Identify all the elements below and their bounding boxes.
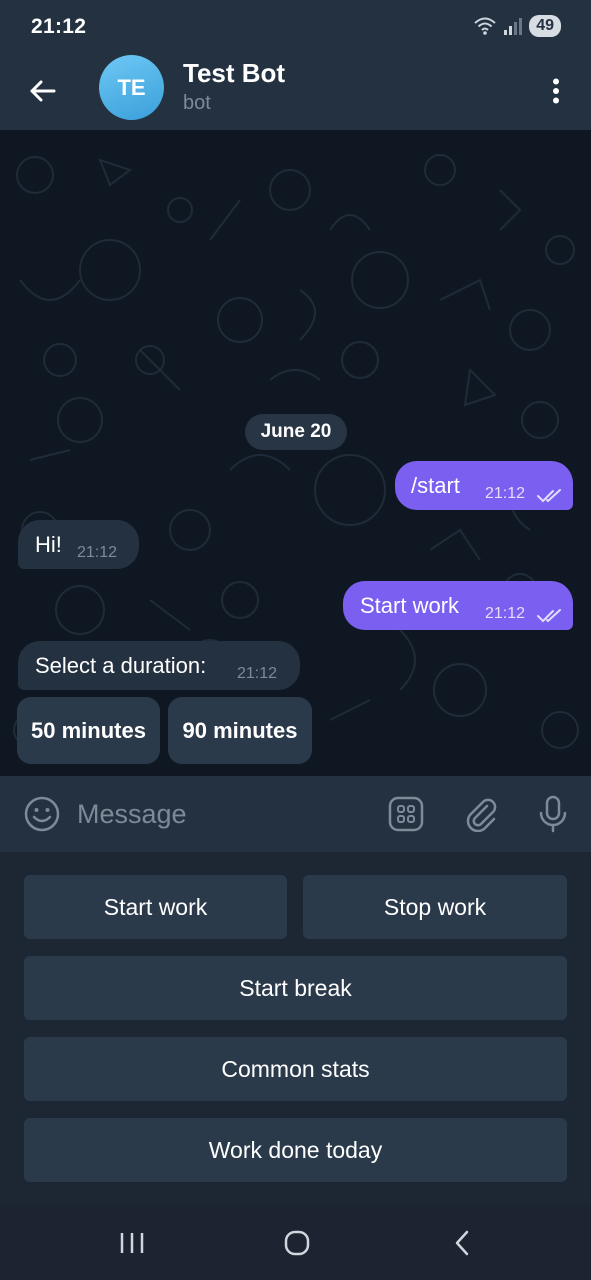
recent-apps-button[interactable] [110, 1223, 154, 1263]
chat-header: TE Test Bot bot [0, 52, 591, 130]
keyboard-button-work-done-today[interactable]: Work done today [24, 1118, 567, 1182]
keyboard-button-start-work[interactable]: Start work [24, 875, 287, 939]
status-bar: 21:12 49 [0, 0, 591, 52]
message-bubble-incoming[interactable]: Hi! 21:12 [18, 520, 139, 569]
message-input[interactable] [77, 794, 367, 834]
message-bubble-outgoing[interactable]: /start 21:12 [395, 461, 573, 510]
chat-subtitle: bot [183, 92, 211, 114]
more-vertical-icon [553, 78, 559, 104]
double-check-icon [537, 609, 561, 623]
attach-button[interactable] [461, 794, 501, 834]
smile-icon [24, 796, 60, 832]
avatar[interactable]: TE [99, 55, 164, 120]
keyboard-button-stop-work[interactable]: Stop work [303, 875, 567, 939]
message-text: Start work [360, 593, 460, 618]
inline-button-90-minutes[interactable]: 90 minutes [168, 697, 312, 764]
date-separator: June 20 [245, 414, 347, 450]
arrow-left-icon [30, 80, 56, 102]
recent-apps-icon [120, 1233, 144, 1253]
message-text: Hi! [35, 532, 62, 557]
bot-reply-keyboard: Start work Stop work Start break Common … [0, 852, 591, 1205]
message-time: 21:12 [485, 605, 526, 622]
keyboard-button-common-stats[interactable]: Common stats [24, 1037, 567, 1101]
voice-button[interactable] [533, 794, 573, 834]
battery-indicator: 49 [529, 15, 561, 37]
message-text: /start [411, 473, 460, 498]
status-icons: 49 [473, 13, 561, 39]
message-time: 21:12 [77, 544, 118, 561]
signal-icon [504, 18, 523, 35]
keyboard-grid-icon [388, 796, 424, 832]
avatar-initials: TE [117, 74, 146, 100]
bot-keyboard-button[interactable] [386, 794, 426, 834]
double-check-icon [537, 489, 561, 503]
message-input-bar [0, 776, 591, 852]
system-back-button[interactable] [440, 1223, 484, 1263]
inline-button-50-minutes[interactable]: 50 minutes [17, 697, 160, 764]
keyboard-button-start-break[interactable]: Start break [24, 956, 567, 1020]
system-nav-bar [0, 1205, 591, 1280]
message-time: 21:12 [485, 485, 526, 502]
message-time: 21:12 [237, 665, 278, 682]
chevron-left-icon [455, 1230, 469, 1256]
chat-title[interactable]: Test Bot [183, 58, 285, 89]
chat-area[interactable]: June 20 /start 21:12 Hi! 21:12 Start wor… [0, 130, 591, 776]
microphone-icon [539, 795, 567, 833]
message-bubble-incoming[interactable]: Select a duration: 21:12 [18, 641, 300, 690]
message-bubble-outgoing[interactable]: Start work 21:12 [343, 581, 573, 630]
home-icon [284, 1230, 310, 1256]
message-text: Select a duration: [35, 653, 207, 678]
home-button[interactable] [275, 1223, 319, 1263]
emoji-button[interactable] [22, 794, 62, 834]
status-time: 21:12 [31, 15, 87, 38]
paperclip-icon [466, 798, 497, 832]
more-options-button[interactable] [541, 71, 571, 111]
back-button[interactable] [22, 71, 62, 111]
wifi-icon [474, 17, 496, 35]
